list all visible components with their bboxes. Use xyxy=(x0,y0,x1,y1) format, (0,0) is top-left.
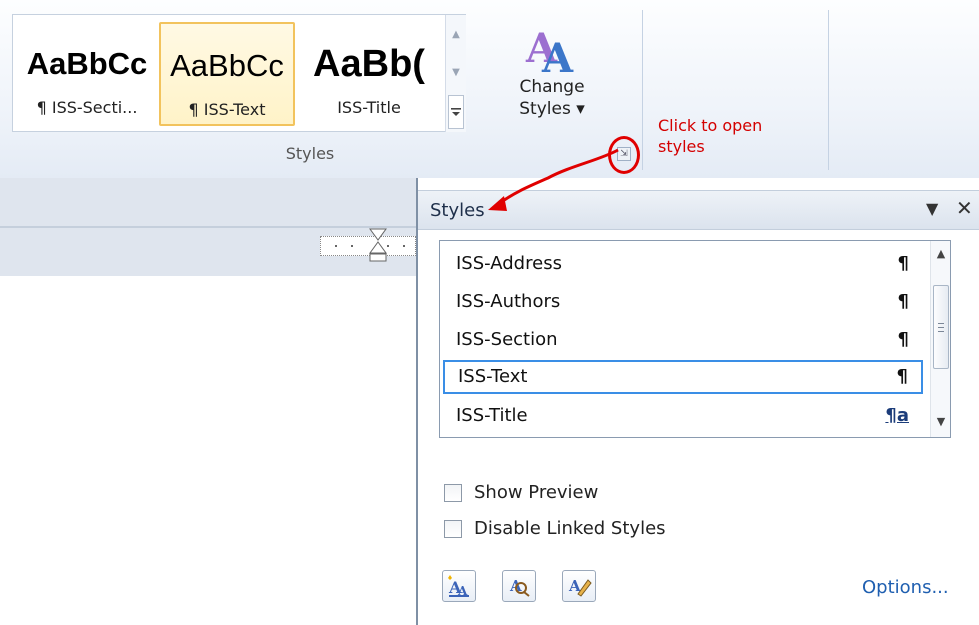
style-inspector-button[interactable]: A xyxy=(502,570,536,602)
style-item-name: ISS-Address xyxy=(456,253,562,274)
disable-linked-styles-checkbox[interactable]: Disable Linked Styles xyxy=(444,518,744,540)
ruler-tick xyxy=(351,245,353,247)
style-item-iss-address[interactable]: ISS-Address ¶ xyxy=(440,247,925,281)
document-page[interactable] xyxy=(0,276,416,625)
style-item-iss-text[interactable]: ISS-Text ¶ xyxy=(443,360,923,394)
callout-circle xyxy=(608,136,640,174)
gallery-down-button[interactable]: ▼ xyxy=(448,55,464,89)
disable-linked-label: Disable Linked Styles xyxy=(474,518,666,539)
new-style-button[interactable]: A A xyxy=(442,570,476,602)
style-item-name: ISS-Text xyxy=(458,366,528,387)
change-styles-label: Change xyxy=(519,77,585,97)
group-separator xyxy=(642,10,643,170)
quick-styles-gallery: AaBbCc ¶ ISS-Secti... AaBbCc ¶ ISS-Text … xyxy=(12,14,466,132)
styles-list: ISS-Address ¶ ISS-Authors ¶ ISS-Section … xyxy=(439,240,951,438)
quick-style-iss-title[interactable]: AaBb( ISS-Title xyxy=(301,22,437,126)
styles-list-scrollbar[interactable]: ▲ ▼ xyxy=(930,241,950,437)
style-item-name: ISS-Title xyxy=(456,405,528,426)
styles-pane: Styles ▼ ✕ ISS-Address ¶ ISS-Authors ¶ I… xyxy=(416,178,979,625)
gallery-scroll: ▲ ▼ xyxy=(445,15,466,132)
word-window: AaBbCc ¶ ISS-Secti... AaBbCc ¶ ISS-Text … xyxy=(0,0,979,625)
more-icon xyxy=(451,108,461,116)
change-styles-label-2: Styles ▾ xyxy=(519,99,585,119)
gallery-up-button[interactable]: ▲ xyxy=(448,17,464,51)
ruler-tick xyxy=(335,245,337,247)
show-preview-checkbox[interactable]: Show Preview xyxy=(444,482,744,504)
quick-style-iss-text[interactable]: AaBbCc ¶ ISS-Text xyxy=(159,22,295,126)
checkbox-box[interactable] xyxy=(444,520,462,538)
show-preview-label: Show Preview xyxy=(474,482,599,503)
svg-text:A: A xyxy=(541,35,574,76)
scroll-down-icon[interactable]: ▼ xyxy=(934,415,948,428)
horizontal-ruler[interactable] xyxy=(320,236,416,256)
ruler-tick xyxy=(387,245,389,247)
ruler-tick xyxy=(403,245,405,247)
styles-group-label: Styles xyxy=(285,144,335,163)
style-preview: AaBb( xyxy=(313,43,425,85)
style-caption: ¶ ISS-Secti... xyxy=(36,98,138,117)
paragraph-mark-icon: ¶ xyxy=(897,291,909,312)
style-preview: AaBbCc xyxy=(170,48,284,83)
style-caption: ¶ ISS-Text xyxy=(188,100,266,119)
style-item-iss-title[interactable]: ISS-Title ¶a xyxy=(440,399,925,433)
style-item-iss-section[interactable]: ISS-Section ¶ xyxy=(440,323,925,357)
group-separator xyxy=(828,10,829,170)
change-styles-button[interactable]: A A Change Styles ▾ xyxy=(494,18,610,120)
linked-style-icon: ¶a xyxy=(885,405,909,426)
paragraph-mark-icon: ¶ xyxy=(896,366,908,387)
gallery-more-button[interactable] xyxy=(448,95,464,129)
new-style-icon: A A xyxy=(448,575,469,598)
strip-divider xyxy=(0,226,416,228)
grip-line xyxy=(938,327,944,328)
document-toolbar-strip xyxy=(0,178,416,276)
style-item-name: ISS-Section xyxy=(456,329,558,350)
paragraph-mark-icon: ¶ xyxy=(897,329,909,350)
checkbox-box[interactable] xyxy=(444,484,462,502)
scroll-up-icon[interactable]: ▲ xyxy=(934,247,948,260)
styles-pane-header: Styles ▼ ✕ xyxy=(418,190,979,230)
style-preview: AaBbCc xyxy=(26,46,148,81)
style-item-name: ISS-Authors xyxy=(456,291,561,312)
ribbon: AaBbCc ¶ ISS-Secti... AaBbCc ¶ ISS-Text … xyxy=(0,0,979,178)
grip-line xyxy=(938,323,944,324)
indent-marker-icon[interactable] xyxy=(369,228,387,262)
paragraph-mark-icon: ¶ xyxy=(897,253,909,274)
quick-style-iss-section[interactable]: AaBbCc ¶ ISS-Secti... xyxy=(19,22,155,126)
change-styles-icon: A A xyxy=(494,18,610,82)
style-caption: ISS-Title xyxy=(337,98,401,117)
style-inspector-icon: A xyxy=(509,577,530,597)
close-icon[interactable]: ✕ xyxy=(956,196,973,220)
pane-menu-icon[interactable]: ▼ xyxy=(926,199,938,218)
callout-text: Click to open styles xyxy=(658,115,818,157)
style-item-iss-authors[interactable]: ISS-Authors ¶ xyxy=(440,285,925,319)
scroll-thumb[interactable] xyxy=(933,285,949,369)
callout-line-2: styles xyxy=(658,137,705,156)
manage-styles-icon: A xyxy=(568,577,592,597)
manage-styles-button[interactable]: A xyxy=(562,570,596,602)
styles-pane-title: Styles xyxy=(430,200,485,221)
grip-line xyxy=(938,331,944,332)
options-link[interactable]: Options... xyxy=(862,577,949,598)
callout-line-1: Click to open xyxy=(658,116,763,135)
